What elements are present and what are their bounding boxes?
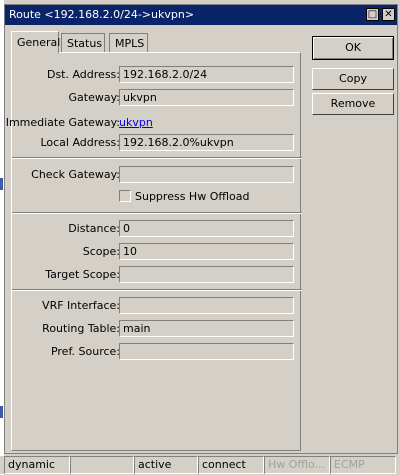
status-bar: dynamic active connect Hw Offlo... ECMP	[0, 456, 400, 474]
copy-button[interactable]: Copy	[312, 68, 394, 90]
routing-table-row: Routing Table: main	[12, 320, 302, 338]
distance-row: Distance: 0	[12, 220, 302, 238]
window-title: Route <192.168.2.0/24->ukvpn>	[9, 8, 195, 21]
tab-status[interactable]: Status	[61, 33, 105, 52]
dst-address-field[interactable]: 192.168.2.0/24	[119, 66, 294, 83]
ok-button[interactable]: OK	[312, 36, 394, 60]
separator	[12, 289, 302, 291]
gateway-label: Gateway:	[68, 91, 121, 104]
local-address-label: Local Address:	[40, 136, 120, 149]
immediate-gateway-row: Immediate Gateway: ukvpn	[6, 114, 302, 132]
pref-source-field[interactable]	[119, 343, 294, 360]
local-address-row: Local Address: 192.168.2.0%ukvpn	[12, 134, 302, 152]
vrf-interface-row: VRF Interface:	[12, 297, 302, 315]
check-gateway-label: Check Gateway:	[31, 168, 120, 181]
immediate-gateway-label: Immediate Gateway:	[5, 116, 120, 129]
background-selection-mark	[0, 406, 3, 418]
target-scope-label: Target Scope:	[45, 268, 120, 281]
target-scope-field[interactable]	[119, 266, 294, 283]
distance-label: Distance:	[68, 222, 120, 235]
tab-mpls[interactable]: MPLS	[109, 33, 148, 52]
close-icon[interactable]: ✕	[382, 8, 395, 21]
route-dialog: Route <192.168.2.0/24->ukvpn> □ ✕ Genera…	[4, 4, 398, 454]
check-gateway-field[interactable]	[119, 166, 294, 183]
suppress-hw-offload-checkbox[interactable]	[119, 190, 131, 202]
vrf-interface-field[interactable]	[119, 297, 294, 314]
scope-label: Scope:	[82, 245, 120, 258]
pref-source-row: Pref. Source:	[12, 343, 302, 361]
status-hw-offload: Hw Offlo...	[264, 456, 330, 474]
check-gateway-row: Check Gateway:	[12, 166, 302, 184]
routing-table-label: Routing Table:	[42, 322, 120, 335]
dst-address-row: Dst. Address: 192.168.2.0/24	[12, 66, 302, 84]
status-active: active	[134, 456, 198, 474]
general-panel: Dst. Address: 192.168.2.0/24 Gateway: uk…	[6, 52, 302, 451]
gateway-row: Gateway: ukvpn	[12, 89, 302, 107]
vrf-interface-label: VRF Interface:	[42, 299, 120, 312]
status-ecmp: ECMP	[330, 456, 396, 474]
pref-source-label: Pref. Source:	[50, 345, 120, 358]
restore-icon[interactable]: □	[366, 8, 379, 21]
local-address-field[interactable]: 192.168.2.0%ukvpn	[119, 134, 294, 151]
suppress-hw-offload-label: Suppress Hw Offload	[135, 190, 250, 203]
routing-table-field[interactable]: main	[119, 320, 294, 337]
scope-field[interactable]: 10	[119, 243, 294, 260]
target-scope-row: Target Scope:	[12, 266, 302, 284]
immediate-gateway-link[interactable]: ukvpn	[119, 116, 153, 129]
dst-address-label: Dst. Address:	[46, 68, 120, 81]
gateway-field[interactable]: ukvpn	[119, 89, 294, 106]
separator	[12, 157, 302, 159]
separator	[12, 212, 302, 214]
status-empty	[70, 456, 134, 474]
status-dynamic: dynamic	[4, 456, 70, 474]
remove-button[interactable]: Remove	[312, 93, 394, 115]
background-selection-mark	[0, 178, 3, 190]
title-bar[interactable]: Route <192.168.2.0/24->ukvpn> □ ✕	[5, 5, 397, 25]
tab-general[interactable]: General	[11, 31, 60, 53]
scope-row: Scope: 10	[12, 243, 302, 261]
status-connect: connect	[198, 456, 264, 474]
distance-field[interactable]: 0	[119, 220, 294, 237]
